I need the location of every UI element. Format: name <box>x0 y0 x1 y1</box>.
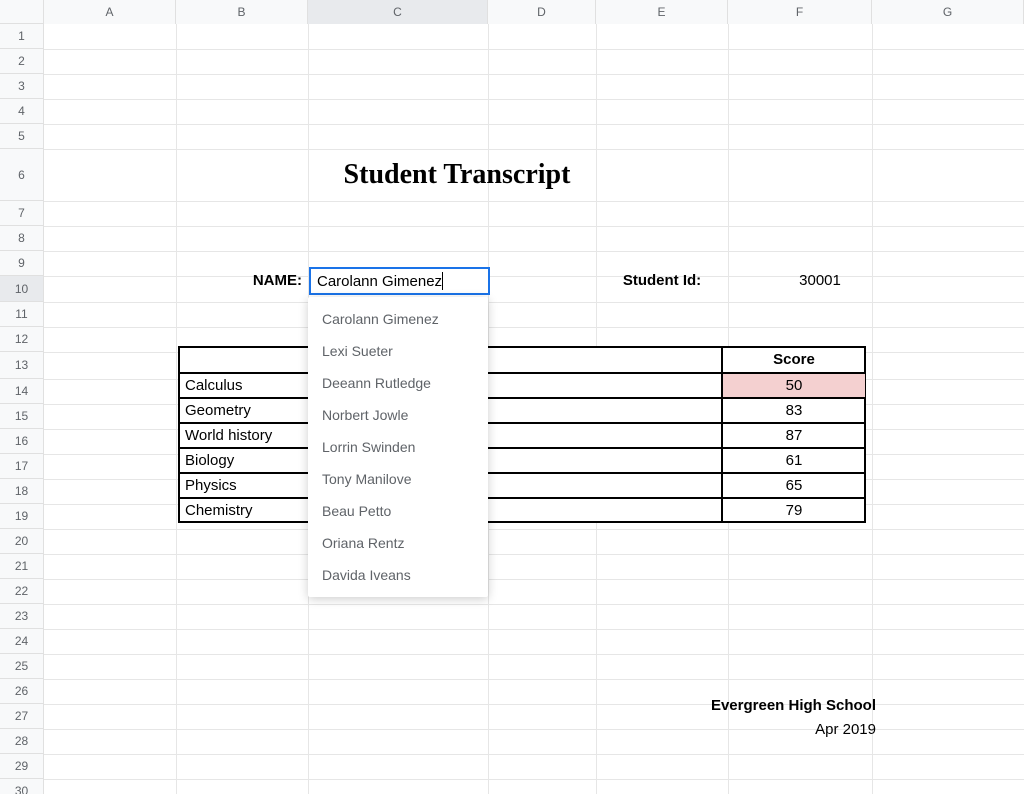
row-header-12[interactable]: 12 <box>0 327 43 352</box>
row-header-2[interactable]: 2 <box>0 49 43 74</box>
report-date: Apr 2019 <box>596 721 876 738</box>
row-header-4[interactable]: 4 <box>0 99 43 124</box>
school-name: Evergreen High School <box>596 697 876 714</box>
dropdown-item-4[interactable]: Lorrin Swinden <box>308 431 488 463</box>
row-header-24[interactable]: 24 <box>0 629 43 654</box>
spreadsheet-viewport: ABCDEFG 12345678910111213141516171819202… <box>0 0 1024 794</box>
column-header-E[interactable]: E <box>596 0 728 24</box>
row-header-25[interactable]: 25 <box>0 654 43 679</box>
row-header-22[interactable]: 22 <box>0 579 43 604</box>
row-header-18[interactable]: 18 <box>0 479 43 504</box>
dropdown-item-7[interactable]: Oriana Rentz <box>308 527 488 559</box>
row-header-17[interactable]: 17 <box>0 454 43 479</box>
dropdown-item-0[interactable]: Carolann Gimenez <box>308 303 488 335</box>
table-row-score-1[interactable]: 83 <box>722 398 866 423</box>
dropdown-item-8[interactable]: Davida Iveans <box>308 559 488 591</box>
text-caret <box>442 272 443 290</box>
column-header-A[interactable]: A <box>44 0 176 24</box>
row-headers: 1234567891011121314151617181920212223242… <box>0 24 44 794</box>
table-row-score-4[interactable]: 65 <box>722 473 866 498</box>
name-input-value: Carolann Gimenez <box>317 273 442 290</box>
sheet-content[interactable]: Student Transcript NAME: Carolann Gimene… <box>44 24 1024 794</box>
dropdown-item-5[interactable]: Tony Manilove <box>308 463 488 495</box>
studentid-value: 30001 <box>754 269 886 293</box>
row-header-8[interactable]: 8 <box>0 226 43 251</box>
column-header-B[interactable]: B <box>176 0 308 24</box>
row-header-11[interactable]: 11 <box>0 302 43 327</box>
table-row-score-0[interactable]: 50 <box>722 373 866 398</box>
row-header-29[interactable]: 29 <box>0 754 43 779</box>
dropdown-item-1[interactable]: Lexi Sueter <box>308 335 488 367</box>
row-header-3[interactable]: 3 <box>0 74 43 99</box>
row-header-1[interactable]: 1 <box>0 24 43 49</box>
row-header-27[interactable]: 27 <box>0 704 43 729</box>
row-header-6[interactable]: 6 <box>0 149 43 201</box>
row-header-7[interactable]: 7 <box>0 201 43 226</box>
table-row-score-5[interactable]: 79 <box>722 498 866 523</box>
row-header-23[interactable]: 23 <box>0 604 43 629</box>
dropdown-item-6[interactable]: Beau Petto <box>308 495 488 527</box>
column-headers: ABCDEFG <box>44 0 1024 24</box>
table-header-score[interactable]: Score <box>722 346 866 373</box>
column-header-F[interactable]: F <box>728 0 872 24</box>
row-header-14[interactable]: 14 <box>0 379 43 404</box>
row-header-13[interactable]: 13 <box>0 352 43 379</box>
name-input-cell[interactable]: Carolann Gimenez <box>309 267 490 295</box>
dropdown-item-3[interactable]: Norbert Jowle <box>308 399 488 431</box>
row-header-20[interactable]: 20 <box>0 529 43 554</box>
row-header-5[interactable]: 5 <box>0 124 43 149</box>
row-header-30[interactable]: 30 <box>0 779 43 794</box>
row-header-10[interactable]: 10 <box>0 276 43 302</box>
row-header-28[interactable]: 28 <box>0 729 43 754</box>
row-header-26[interactable]: 26 <box>0 679 43 704</box>
page-title: Student Transcript <box>44 149 870 201</box>
row-header-21[interactable]: 21 <box>0 554 43 579</box>
column-header-D[interactable]: D <box>488 0 596 24</box>
row-header-19[interactable]: 19 <box>0 504 43 529</box>
row-header-15[interactable]: 15 <box>0 404 43 429</box>
row-header-16[interactable]: 16 <box>0 429 43 454</box>
column-header-G[interactable]: G <box>872 0 1024 24</box>
column-header-C[interactable]: C <box>308 0 488 24</box>
row-header-9[interactable]: 9 <box>0 251 43 276</box>
table-row-score-2[interactable]: 87 <box>722 423 866 448</box>
name-dropdown[interactable]: Carolann GimenezLexi SueterDeeann Rutled… <box>308 297 488 597</box>
dropdown-item-2[interactable]: Deeann Rutledge <box>308 367 488 399</box>
studentid-label: Student Id: <box>596 269 728 293</box>
name-label: NAME: <box>178 269 308 293</box>
select-all-corner[interactable] <box>0 0 44 24</box>
table-row-score-3[interactable]: 61 <box>722 448 866 473</box>
